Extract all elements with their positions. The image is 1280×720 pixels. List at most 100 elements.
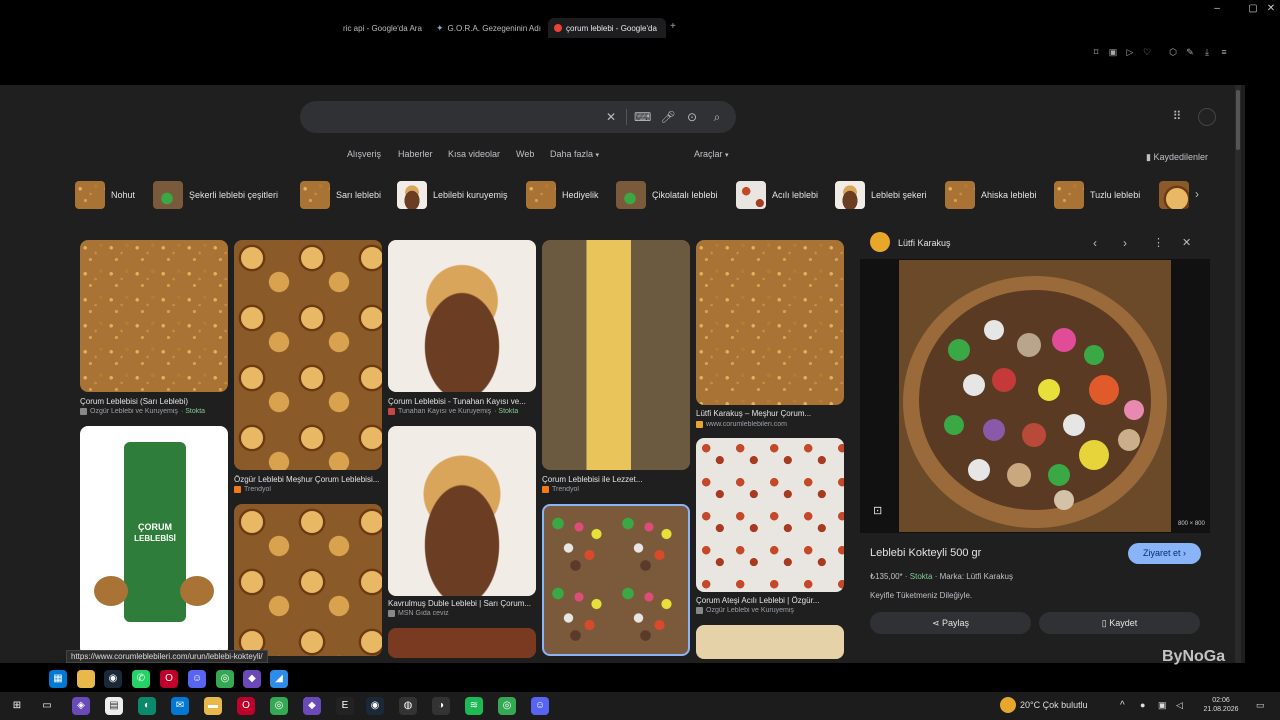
edge-icon[interactable]: ◐ [138, 697, 156, 715]
chip-tuzlu[interactable]: Tuzlu leblebi [1054, 180, 1148, 210]
saved-link[interactable]: ▮ Kaydedilenler [1146, 152, 1208, 163]
result-image[interactable] [696, 240, 844, 405]
lens-icon[interactable]: ⊙ [684, 109, 700, 125]
result-image-package[interactable]: ÇORUM LEBLEBİSİ [80, 426, 228, 656]
keyboard-icon[interactable]: ⌨ [634, 109, 651, 125]
result-caption[interactable]: Çorum Leblebisi (Sarı Leblebi) [80, 397, 228, 406]
steam-icon[interactable]: ◉ [366, 697, 384, 715]
chip-acili[interactable]: Acılı leblebi [736, 180, 826, 210]
notifications-icon[interactable]: ▭ [1256, 700, 1265, 711]
result-caption[interactable]: Çorum Leblebisi ile Lezzet... [542, 475, 690, 484]
bookmark-icon[interactable]: ⌑ [1090, 46, 1102, 58]
opera-icon[interactable]: O [237, 697, 255, 715]
mail-icon[interactable]: ✉ [171, 697, 189, 715]
chevron-left-icon[interactable]: ‹ [1093, 236, 1097, 250]
clock[interactable]: 02:06 21.08.2026 [1200, 696, 1242, 714]
result-caption[interactable]: Çorum Ateşi Acılı Leblebi | Özgür... [696, 596, 844, 605]
search-icon[interactable]: ⌕ [709, 109, 725, 125]
result-image[interactable] [80, 240, 228, 392]
epic-games-icon[interactable]: E [336, 697, 354, 715]
nav-kisa-videolar[interactable]: Kısa videolar [448, 149, 500, 159]
nav-alisveris[interactable]: Alışveriş [347, 149, 381, 159]
windows-start-icon[interactable]: ▦ [49, 670, 67, 688]
chip-sekerli[interactable]: Şekerli leblebi çeşitleri [153, 180, 286, 210]
result-caption[interactable]: Özgür Leblebi Meşhur Çorum Leblebisi... [234, 475, 382, 484]
visual-search-icon[interactable]: ⊡ [873, 504, 882, 517]
tab-corum-leblebi[interactable]: çorum leblebi - Google'da [548, 18, 666, 38]
avatar[interactable] [1198, 108, 1216, 126]
start-icon[interactable]: ⊞ [8, 697, 26, 715]
app-icon[interactable]: ◍ [399, 697, 417, 715]
folder-icon[interactable] [77, 670, 95, 688]
close-panel-icon[interactable]: ✕ [1182, 236, 1191, 249]
minimize-icon[interactable]: – [1208, 2, 1226, 16]
nav-daha-fazla[interactable]: Daha fazla ▾ [550, 149, 599, 159]
chip-sari[interactable]: Sarı leblebi [300, 180, 389, 210]
weather-text[interactable]: 20°C Çok bulutlu [1020, 700, 1088, 710]
save-button[interactable]: ▯ Kaydet [1039, 612, 1200, 634]
chip-more[interactable] [1159, 180, 1197, 210]
result-image-selected[interactable] [542, 504, 690, 656]
result-image[interactable] [234, 240, 382, 470]
play-icon[interactable]: ▷ [1124, 46, 1136, 58]
result-image[interactable] [696, 625, 844, 659]
spotify-icon[interactable]: ≋ [465, 697, 483, 715]
tray-chevron-icon[interactable]: ^ [1120, 700, 1125, 711]
app-icon[interactable]: ◢ [270, 670, 288, 688]
visit-button[interactable]: Ziyaret et › [1128, 543, 1201, 564]
chrome-icon[interactable]: ◎ [216, 670, 234, 688]
tab-gora[interactable]: ✦ G.O.R.A. Gezegeninin Adı [430, 18, 542, 38]
volume-icon[interactable]: ◁ [1176, 700, 1183, 711]
chip-ahiska[interactable]: Ahiska leblebi [945, 180, 1045, 210]
preview-image[interactable] [899, 260, 1171, 532]
tools-button[interactable]: Araçlar ▾ [694, 149, 729, 159]
microphone-icon[interactable]: 🎤︎ [660, 109, 676, 125]
chrome-icon[interactable]: ◎ [270, 697, 288, 715]
task-view-icon[interactable]: ▭ [38, 697, 56, 715]
discord-icon[interactable]: ☺ [531, 697, 549, 715]
nav-haberler[interactable]: Haberler [398, 149, 433, 159]
whatsapp-icon[interactable]: ✆ [132, 670, 150, 688]
app-icon[interactable]: ◑ [432, 697, 450, 715]
app-icon[interactable]: ◆ [303, 697, 321, 715]
clear-search-icon[interactable]: ✕ [603, 109, 619, 125]
nav-web[interactable]: Web [516, 149, 534, 159]
discord-icon[interactable]: ☺ [188, 670, 206, 688]
chevron-right-icon[interactable]: › [1195, 187, 1199, 201]
opera-icon[interactable]: O [160, 670, 178, 688]
scrollbar-thumb[interactable] [1236, 90, 1240, 150]
menu-icon[interactable]: ≡ [1218, 46, 1230, 58]
close-window-icon[interactable]: ✕ [1262, 2, 1280, 16]
chip-leblebi-sekeri[interactable]: Leblebi şekeri [835, 180, 935, 210]
result-caption[interactable]: Lütfi Karakuş – Meşhur Çorum... [696, 409, 844, 418]
microphone-icon[interactable]: ● [1140, 700, 1145, 710]
maximize-icon[interactable]: ▢ [1244, 2, 1262, 16]
apps-grid-icon[interactable]: ⠿ [1169, 108, 1185, 124]
copilot-icon[interactable]: ◈ [72, 697, 90, 715]
new-tab-button[interactable]: + [670, 21, 676, 32]
steam-icon[interactable]: ◉ [104, 670, 122, 688]
network-icon[interactable]: ▣ [1158, 700, 1167, 711]
more-options-icon[interactable]: ⋮ [1153, 236, 1164, 249]
download-icon[interactable]: ⤓ [1201, 46, 1213, 58]
chip-nohut[interactable]: Nohut [75, 180, 143, 210]
panel-source-name[interactable]: Lütfi Karakuş [898, 238, 951, 248]
screenshot-icon[interactable]: ▣ [1107, 46, 1119, 58]
store-icon[interactable]: ▤ [105, 697, 123, 715]
extensions-icon[interactable]: ⬡ [1167, 46, 1179, 58]
chip-kuruyemis[interactable]: Lebilebi kuruyemiş [397, 180, 516, 210]
result-image[interactable] [696, 438, 844, 592]
share-button[interactable]: ⋖ Paylaş [870, 612, 1031, 634]
chip-hediyelik[interactable]: Hediyelik [526, 180, 607, 210]
result-image[interactable] [388, 240, 536, 392]
result-image[interactable] [542, 240, 690, 470]
explorer-icon[interactable]: ▬ [204, 697, 222, 715]
tab-ric-api[interactable]: ric api - Google'da Ara [337, 18, 427, 38]
result-image[interactable] [234, 504, 382, 656]
chevron-right-icon[interactable]: › [1123, 236, 1127, 250]
result-caption[interactable]: Çorum Leblebisi - Tunahan Kayısı ve... [388, 397, 536, 406]
result-image[interactable] [388, 426, 536, 596]
result-caption[interactable]: Kavrulmuş Duble Leblebi | Sarı Çorum... [388, 599, 536, 608]
chip-cikolatali[interactable]: Çikolatalı leblebi [616, 180, 726, 210]
result-image[interactable] [388, 628, 536, 658]
